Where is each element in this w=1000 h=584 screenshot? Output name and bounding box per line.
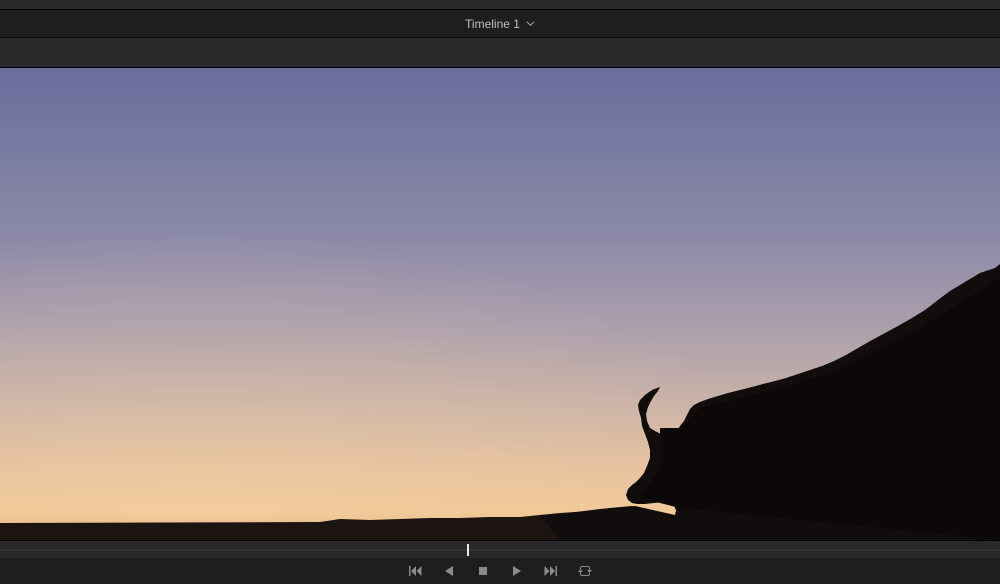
step-back-button[interactable] (439, 561, 459, 581)
skip-back-icon (407, 563, 423, 579)
scrubber-bar[interactable] (0, 540, 1000, 558)
play-reverse-icon (441, 563, 457, 579)
loop-button[interactable] (575, 561, 595, 581)
video-frame (0, 68, 1000, 540)
video-viewer[interactable] (0, 68, 1000, 540)
transport-controls (0, 558, 1000, 584)
loop-icon (577, 563, 593, 579)
timeline-label: Timeline 1 (465, 17, 520, 31)
viewer-title-bar: Timeline 1 (0, 10, 1000, 38)
top-toolbar (0, 0, 1000, 10)
skip-forward-icon (543, 563, 559, 579)
play-button[interactable] (507, 561, 527, 581)
previous-clip-button[interactable] (405, 561, 425, 581)
viewer-sub-toolbar (0, 38, 1000, 68)
playhead-marker[interactable] (467, 544, 469, 556)
stop-button[interactable] (473, 561, 493, 581)
next-clip-button[interactable] (541, 561, 561, 581)
play-icon (509, 563, 525, 579)
scrubber-track (0, 549, 1000, 551)
chevron-down-icon (526, 19, 535, 28)
stop-icon (475, 563, 491, 579)
timeline-dropdown[interactable]: Timeline 1 (465, 17, 535, 31)
